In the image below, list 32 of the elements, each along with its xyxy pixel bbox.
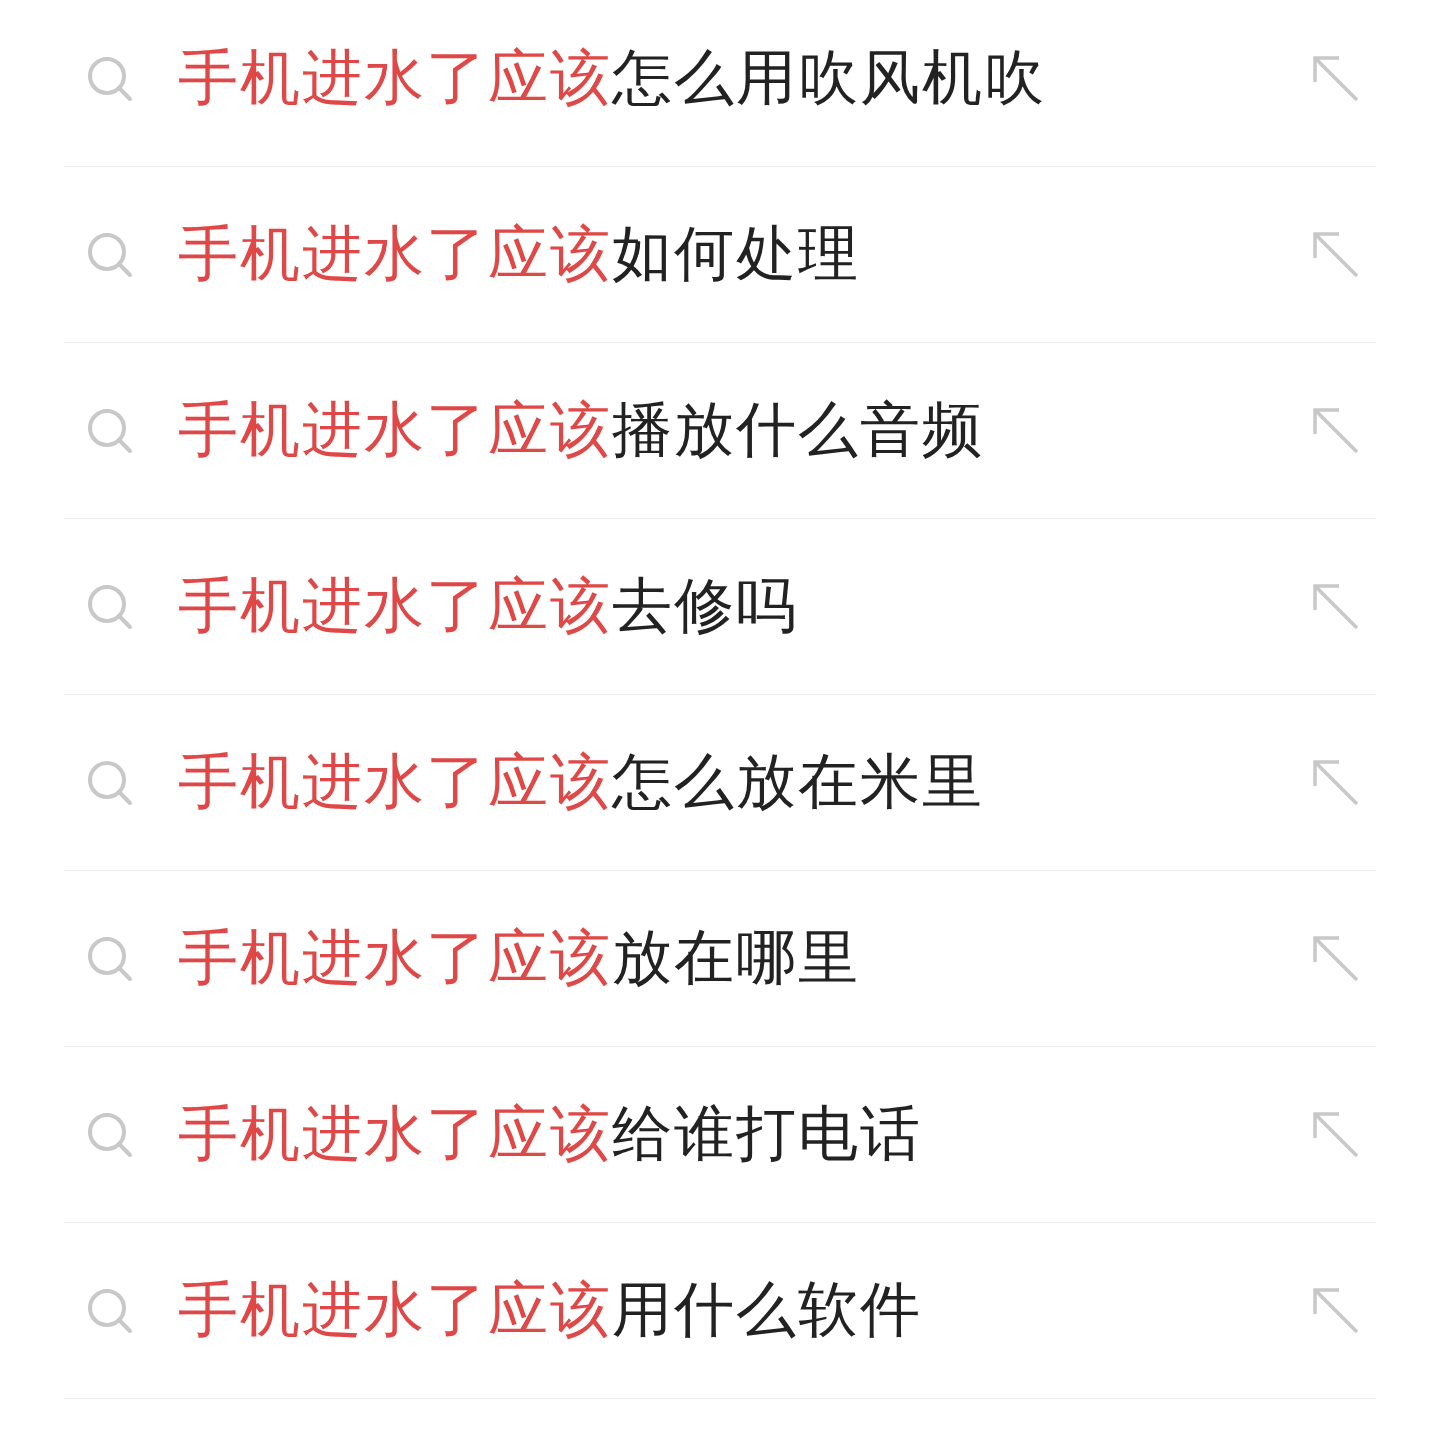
suggestion-item[interactable]: 手机进水了应该去修吗: [64, 519, 1376, 695]
suggestion-text: 手机进水了应该给谁打电话: [178, 1097, 923, 1170]
search-icon: [86, 582, 134, 631]
arrow-up-left-icon[interactable]: [1312, 54, 1360, 103]
suggestion-item[interactable]: 手机进水了应该用什么软件: [64, 1223, 1376, 1399]
suggestion-text: 手机进水了应该播放什么音频: [178, 393, 985, 466]
suggestion-item[interactable]: 手机进水了应该给谁打电话: [64, 1047, 1376, 1223]
search-icon: [86, 1110, 134, 1159]
arrow-up-left-icon[interactable]: [1312, 934, 1360, 983]
arrow-up-left-icon[interactable]: [1312, 230, 1360, 279]
arrow-up-left-icon[interactable]: [1312, 1286, 1360, 1335]
suggestion-item[interactable]: 手机进水了应该怎么放在米里: [64, 695, 1376, 871]
suggestion-text: 手机进水了应该怎么放在米里: [178, 745, 985, 818]
search-icon: [86, 758, 134, 807]
arrow-up-left-icon[interactable]: [1312, 582, 1360, 631]
search-icon: [86, 54, 134, 103]
arrow-up-left-icon[interactable]: [1312, 406, 1360, 455]
suggestion-text: 手机进水了应该怎么用吹风机吹: [178, 41, 1047, 114]
suggestion-text: 手机进水了应该放在哪里: [178, 921, 861, 994]
suggestion-text: 手机进水了应该如何处理: [178, 217, 861, 290]
arrow-up-left-icon[interactable]: [1312, 1110, 1360, 1159]
search-icon: [86, 934, 134, 983]
suggestion-text: 手机进水了应该去修吗: [178, 569, 799, 642]
suggestion-item[interactable]: 手机进水了应该如何处理: [64, 167, 1376, 343]
suggestion-text: 手机进水了应该用什么软件: [178, 1273, 923, 1346]
suggestion-item[interactable]: 手机进水了应该怎么用吹风机吹: [64, 0, 1376, 167]
arrow-up-left-icon[interactable]: [1312, 758, 1360, 807]
search-icon: [86, 1286, 134, 1335]
search-icon: [86, 230, 134, 279]
search-icon: [86, 406, 134, 455]
suggestion-item[interactable]: 手机进水了应该放在哪里: [64, 871, 1376, 1047]
suggestion-item[interactable]: 手机进水了应该播放什么音频: [64, 343, 1376, 519]
